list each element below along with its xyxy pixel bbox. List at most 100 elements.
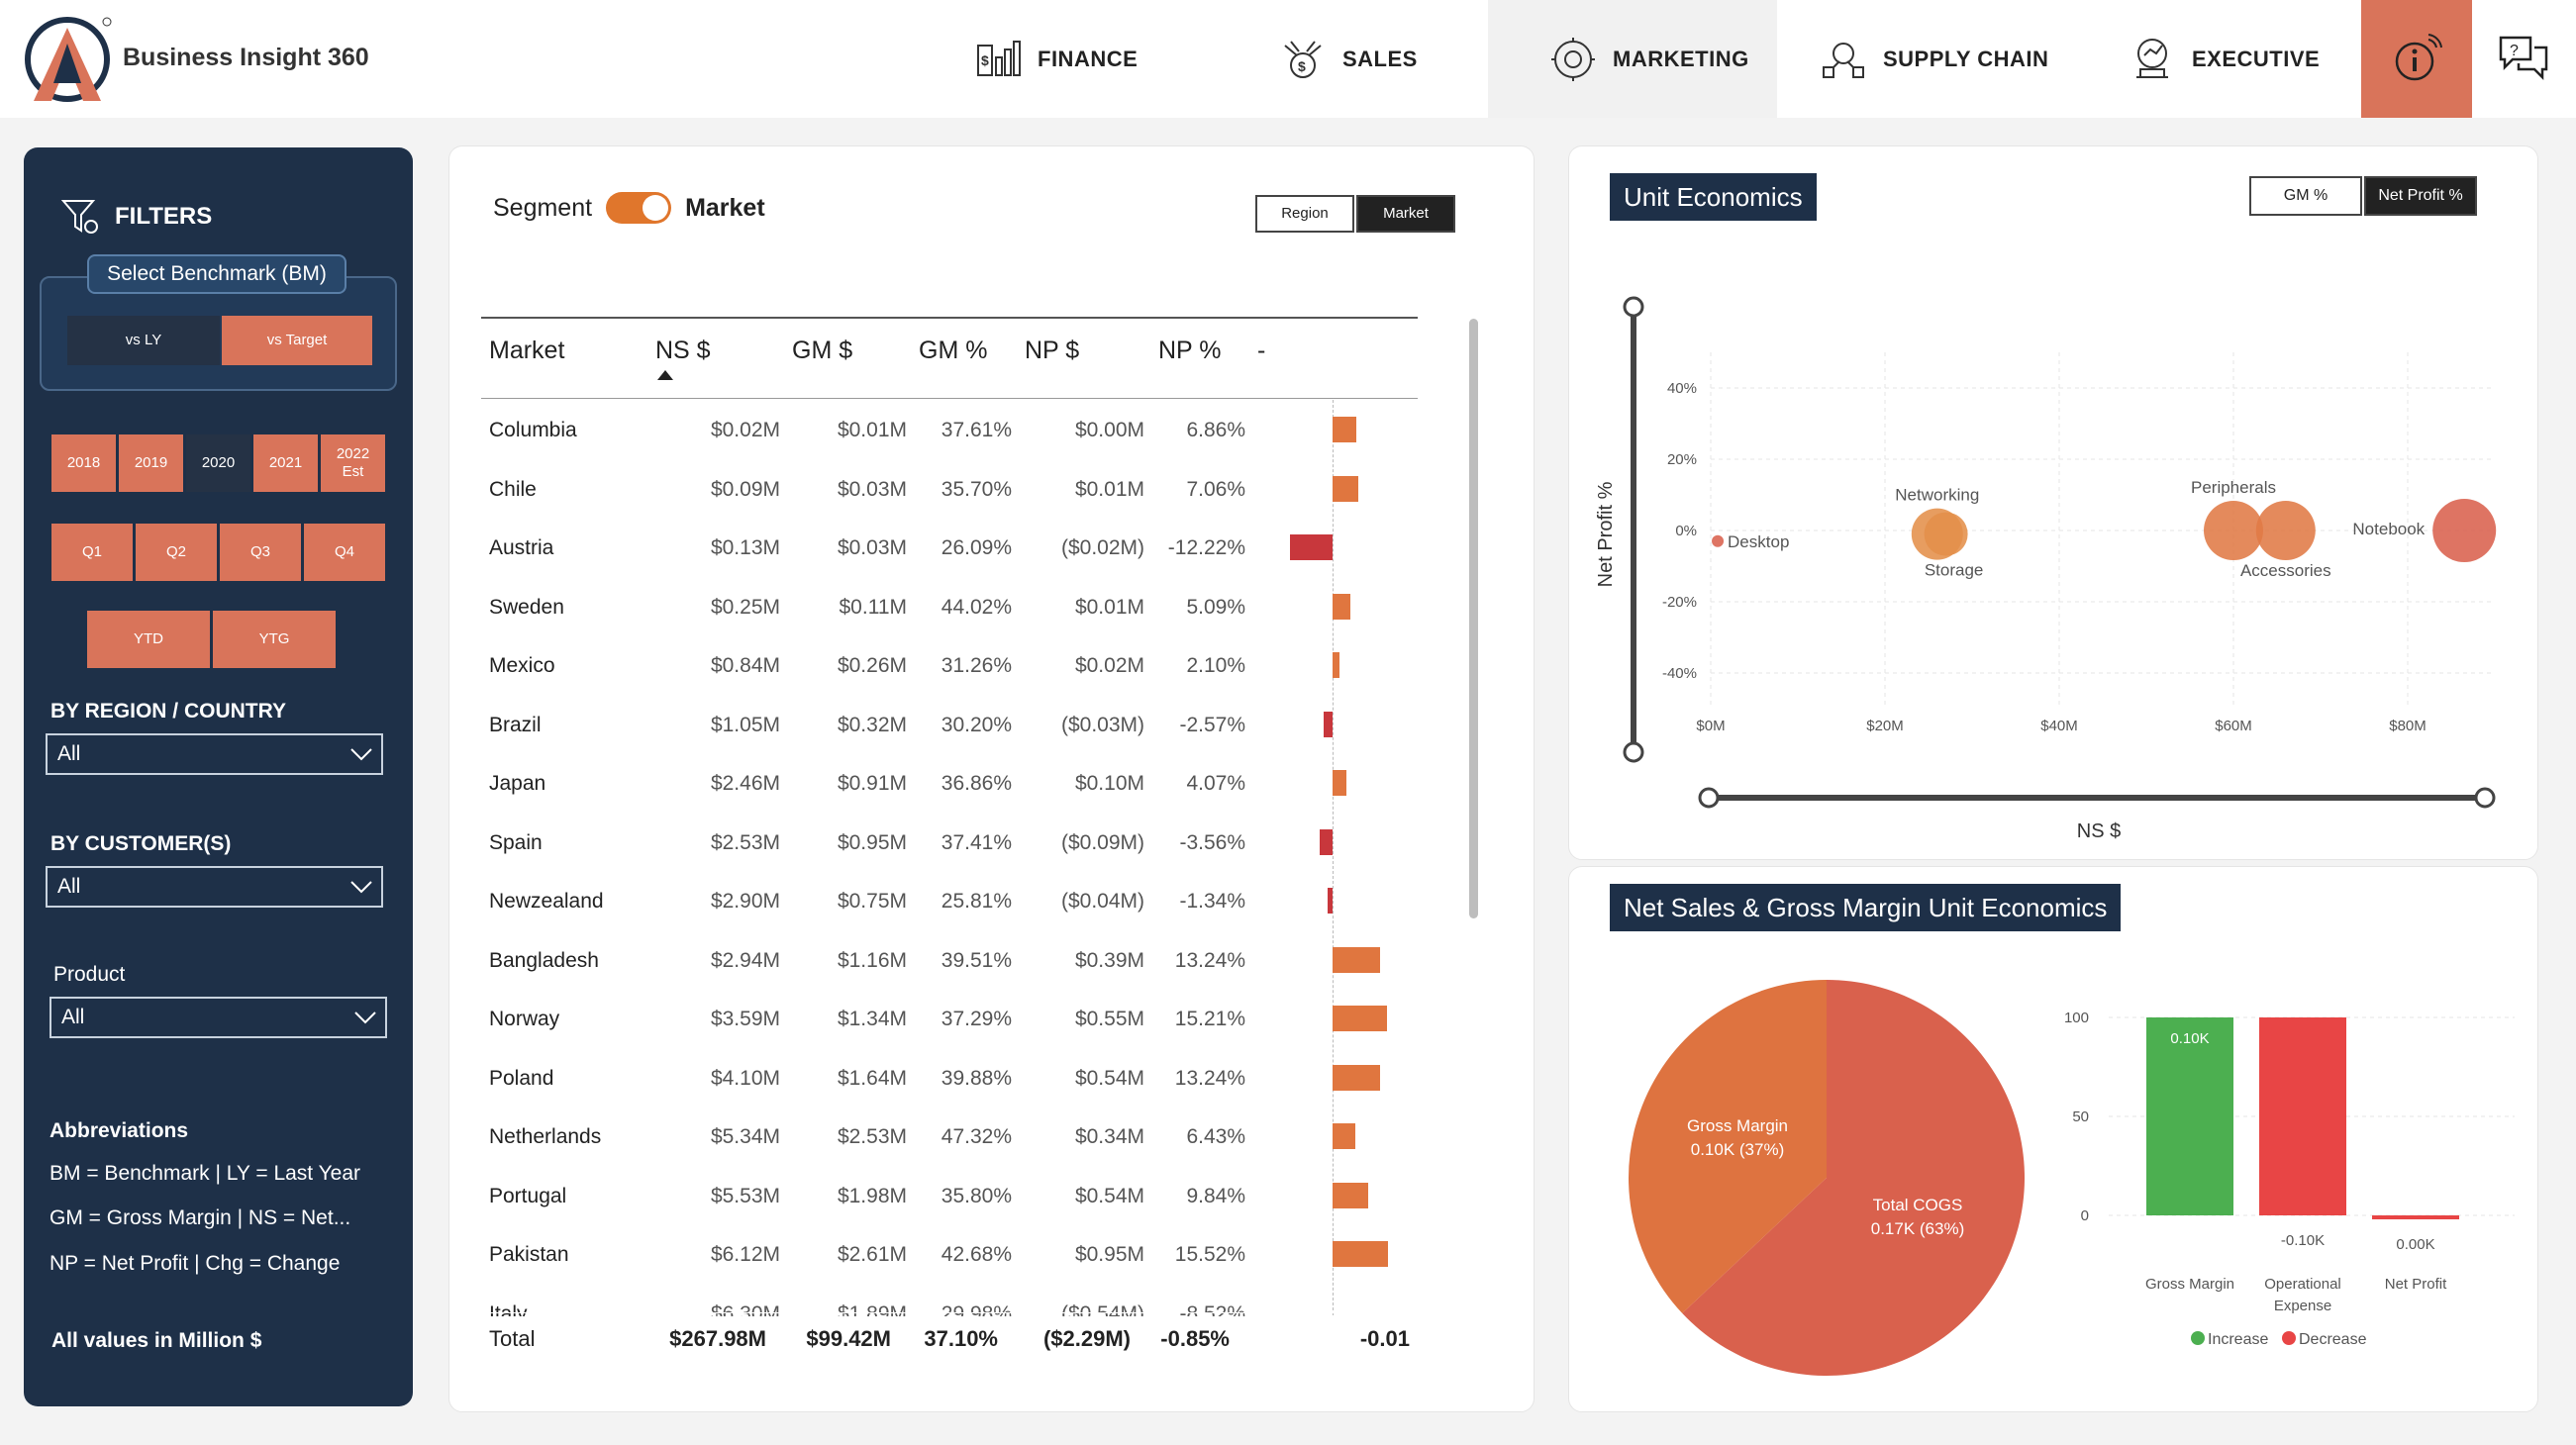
x-axis-title: NS $ <box>2077 820 2121 842</box>
wf-category-label: Expense <box>2274 1298 2331 1314</box>
y-zoom-handle-bottom <box>1623 741 1644 763</box>
total-np: ($2.29M) <box>1042 1326 1131 1351</box>
change-bar <box>1333 1182 1368 1208</box>
y-tick-label: 20% <box>1667 451 1697 468</box>
x-tick-label: $80M <box>2389 718 2427 734</box>
change-bar <box>1333 1123 1356 1149</box>
gm-pct-value: 26.09% <box>941 536 1012 559</box>
market-name: Japan <box>489 772 546 795</box>
nav-sales[interactable]: $ SALES <box>1279 0 1418 118</box>
gm-value: $0.75M <box>837 890 907 913</box>
customer-select[interactable]: All <box>46 866 383 908</box>
scatter-label: Desktop <box>1728 532 1789 551</box>
np-pct-value: 15.52% <box>1174 1243 1245 1266</box>
chevron-down-icon <box>354 1012 376 1024</box>
region-select[interactable]: All <box>46 733 383 775</box>
wf-category-label: Operational <box>2264 1276 2341 1293</box>
gm-pct-value: 39.88% <box>941 1066 1012 1090</box>
np-value: $0.55M <box>1074 1008 1144 1030</box>
table-row[interactable]: Newzealand $2.90M $0.75M 25.81% ($0.04M) -1.3… <box>481 871 1333 929</box>
table-row[interactable]: Norway $3.59M $1.34M 37.29% $0.55M 15.21% <box>481 989 1388 1047</box>
nav-supply-chain[interactable]: SUPPLY CHAIN <box>1820 0 2048 118</box>
segment-market-toggle-row: Segment Market <box>493 192 765 224</box>
change-bar <box>1333 417 1356 442</box>
x-tick-label: $60M <box>2215 718 2252 734</box>
gm-pct-button[interactable]: GM % <box>2249 176 2362 216</box>
finance-icon: $ <box>977 40 1021 76</box>
col-header-np-pct[interactable]: NP % <box>1158 337 1221 365</box>
total-label: Total <box>489 1326 536 1351</box>
table-row[interactable]: Netherlands $5.34M $2.53M 47.32% $0.34M 6.43% <box>481 1107 1356 1165</box>
quarter-q1-button[interactable]: Q1 <box>51 524 133 581</box>
nav-marketing[interactable]: MARKETING <box>1488 0 1777 118</box>
table-row[interactable]: Columbia $0.02M $0.01M 37.61% $0.00M 6.86% <box>481 400 1356 458</box>
product-select-value: All <box>61 1006 85 1028</box>
ns-gm-waterfall-chart: 100 50 0 0.10K -0.10K 0.00K Gross Margin Operat… <box>2064 1010 2515 1348</box>
total-np-pct: -0.85% <box>1160 1326 1230 1351</box>
col-header-chg[interactable]: - <box>1257 337 1265 365</box>
gm-pct-value: 35.70% <box>941 477 1012 501</box>
year-2021-button[interactable]: 2021 <box>253 434 318 492</box>
nav-executive[interactable]: EXECUTIVE <box>2129 0 2320 118</box>
ytg-button[interactable]: YTG <box>213 611 336 668</box>
info-button[interactable] <box>2361 0 2472 118</box>
wf-bar-operational-expense <box>2259 1017 2346 1215</box>
quarter-q2-button[interactable]: Q2 <box>136 524 217 581</box>
table-row[interactable]: Bangladesh $2.94M $1.16M 39.51% $0.39M 13.24% <box>481 930 1380 989</box>
ns-gm-pie-chart <box>1629 980 2025 1376</box>
market-name: Brazil <box>489 713 542 736</box>
np-pct-value: -2.57% <box>1179 713 1245 736</box>
gm-pct-value: 37.29% <box>941 1008 1012 1030</box>
ytd-button[interactable]: YTD <box>87 611 210 668</box>
col-header-np[interactable]: NP $ <box>1025 337 1079 365</box>
year-2020-button[interactable]: 2020 <box>186 434 250 492</box>
product-select[interactable]: All <box>50 997 387 1038</box>
nav-finance-label: FINANCE <box>1038 46 1139 71</box>
change-bar <box>1333 1064 1380 1091</box>
ns-value: $6.12M <box>710 1243 780 1266</box>
year-2019-button[interactable]: 2019 <box>119 434 183 492</box>
table-row[interactable]: Austria $0.13M $0.03M 26.09% ($0.02M) -12.22% <box>481 518 1333 576</box>
table-row[interactable]: Poland $4.10M $1.64M 39.88% $0.54M 13.24% <box>481 1048 1380 1107</box>
table-scrollbar[interactable] <box>1469 319 1478 918</box>
quarter-q3-button[interactable]: Q3 <box>220 524 301 581</box>
table-row[interactable]: Pakistan $6.12M $2.61M 42.68% $0.95M 15.52% <box>481 1224 1389 1283</box>
gm-pct-value: 44.02% <box>941 595 1012 619</box>
bm-vs-target-button[interactable]: vs Target <box>222 316 372 365</box>
quarter-q4-button[interactable]: Q4 <box>304 524 385 581</box>
ns-value: $3.59M <box>710 1008 780 1030</box>
table-row[interactable]: Italy $6.30M $1.89M 29.98% ($0.54M) -8.52% <box>481 1284 1293 1319</box>
toggle-left-label: Segment <box>493 193 593 222</box>
nav-sales-label: SALES <box>1342 46 1418 71</box>
bm-vs-ly-button[interactable]: vs LY <box>67 316 220 365</box>
np-value: $0.02M <box>1074 654 1144 677</box>
all-values-note: All values in Million $ <box>51 1329 262 1352</box>
year-2018-button[interactable]: 2018 <box>51 434 116 492</box>
segment-market-toggle[interactable] <box>606 192 672 224</box>
table-row[interactable]: Portugal $5.53M $1.98M 35.80% $0.54M 9.84% <box>481 1166 1368 1224</box>
net-profit-pct-button[interactable]: Net Profit % <box>2364 176 2477 216</box>
table-row[interactable]: Chile $0.09M $0.03M 35.70% $0.01M 7.06% <box>481 459 1359 518</box>
wf-bar-net-profit <box>2372 1215 2459 1219</box>
col-header-ns[interactable]: NS $ <box>655 337 711 365</box>
table-row[interactable]: Sweden $0.25M $0.11M 44.02% $0.01M 5.09% <box>481 577 1351 635</box>
np-value: ($0.09M) <box>1060 830 1144 854</box>
table-row[interactable]: Spain $2.53M $0.95M 37.41% ($0.09M) -3.56% <box>481 813 1333 871</box>
legend-decrease-label: Decrease <box>2299 1331 2367 1348</box>
view-region-button[interactable]: Region <box>1255 195 1354 233</box>
col-header-gm[interactable]: GM $ <box>792 337 852 365</box>
col-header-market[interactable]: Market <box>489 337 564 365</box>
nav-finance[interactable]: $ FINANCE <box>974 0 1138 118</box>
year-2022-est-button[interactable]: 2022 Est <box>321 434 385 492</box>
gm-pct-value: 37.41% <box>941 830 1012 854</box>
view-market-button[interactable]: Market <box>1356 195 1455 233</box>
table-row[interactable]: Brazil $1.05M $0.32M 30.20% ($0.03M) -2.57% <box>481 695 1333 753</box>
region-select-value: All <box>57 742 81 765</box>
col-header-gm-pct[interactable]: GM % <box>919 337 987 365</box>
np-pct-value: 5.09% <box>1186 595 1245 619</box>
table-row[interactable]: Japan $2.46M $0.91M 36.86% $0.10M 4.07% <box>481 753 1347 812</box>
gm-value: $0.03M <box>837 477 907 501</box>
np-value: $0.34M <box>1074 1125 1144 1148</box>
help-chat-icon[interactable]: ? <box>2495 30 2552 87</box>
table-row[interactable]: Mexico $0.84M $0.26M 31.26% $0.02M 2.10% <box>481 635 1340 694</box>
